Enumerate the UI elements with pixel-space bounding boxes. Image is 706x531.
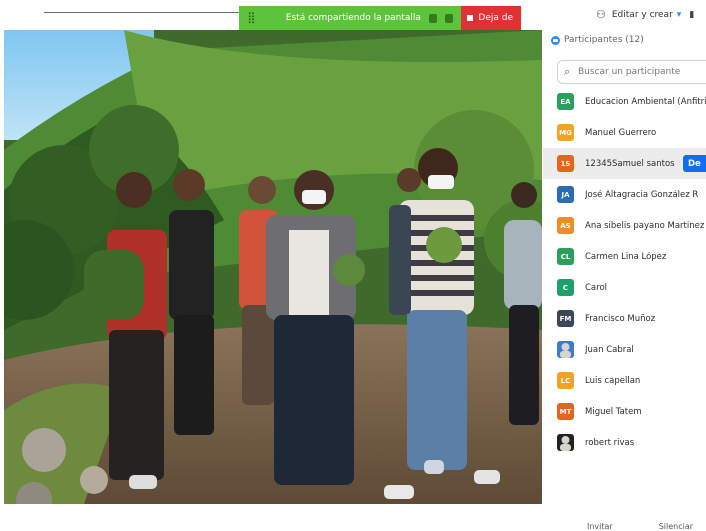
search-icon: ⌕: [564, 65, 571, 78]
edit-create-label: Editar y crear: [611, 9, 673, 20]
avatar-initials: LC: [560, 376, 571, 385]
participant-row[interactable]: EA Educacion Ambiental (Anfitrión): [543, 86, 706, 117]
participant-row[interactable]: MG Manuel Guerrero: [543, 117, 706, 148]
participant-action-button[interactable]: De: [683, 155, 706, 172]
avatar-initials: EA: [560, 97, 571, 106]
participant-avatar: EA: [557, 93, 574, 110]
participant-avatar: C: [557, 279, 574, 296]
participant-avatar: JA: [557, 186, 574, 203]
avatar-initials: MT: [559, 407, 572, 416]
participant-search-input[interactable]: [576, 66, 706, 78]
participant-row[interactable]: robert rivas: [543, 427, 706, 458]
sharing-status-text: Está compartiendo la pantalla: [285, 13, 421, 23]
outdoor-group-photo: [4, 30, 542, 504]
avatar-initials: FM: [559, 314, 572, 323]
participants-title: Participantes (12): [564, 35, 644, 45]
avatar-initials: MG: [559, 128, 572, 137]
avatar-initials: 1S: [560, 159, 571, 168]
people-icon: ⚇: [596, 8, 606, 21]
participant-row[interactable]: MT Miguel Tatem: [543, 396, 706, 427]
participant-name: Francisco Muñoz: [585, 313, 656, 324]
more-icon[interactable]: ▮: [689, 10, 694, 20]
participant-name: Ana sibelis payano Martinez: [585, 220, 705, 231]
stop-share-button[interactable]: Deja de: [461, 6, 521, 30]
participant-photo-avatar: [557, 341, 574, 358]
participant-name: Carmen Lina López: [585, 251, 667, 262]
chevron-down-icon: ▾: [676, 9, 682, 20]
participant-name: Miguel Tatem: [585, 406, 642, 417]
avatar-initials: C: [562, 283, 569, 292]
participant-avatar: FM: [557, 310, 574, 327]
drag-handle-icon[interactable]: ⣿: [245, 11, 258, 25]
participant-name: Luis capellan: [585, 375, 641, 386]
participant-row[interactable]: 1S 12345Samuel santos De: [543, 148, 706, 179]
participant-row[interactable]: Juan Cabral: [543, 334, 706, 365]
participant-list: EA Educacion Ambiental (Anfitrión) MG Manue…: [543, 86, 706, 458]
participant-name: robert rivas: [585, 437, 635, 448]
participant-avatar: CL: [557, 248, 574, 265]
participant-avatar: MG: [557, 124, 574, 141]
participant-search[interactable]: ⌕: [557, 60, 706, 84]
participant-row[interactable]: CL Carmen Lina López: [543, 241, 706, 272]
avatar-initials: JA: [561, 190, 570, 199]
participant-avatar: 1S: [557, 155, 574, 172]
participant-name: Manuel Guerrero: [585, 127, 657, 138]
participant-photo-avatar: [557, 434, 574, 451]
participant-row[interactable]: FM Francisco Muñoz: [543, 303, 706, 334]
participant-row[interactable]: LC Luis capellan: [543, 365, 706, 396]
avatar-initials: AS: [560, 221, 571, 230]
screen-share-bar: ⣿ Está compartiendo la pantalla Deja de: [239, 6, 521, 30]
participants-header: Participantes (12): [551, 35, 644, 45]
participant-row[interactable]: C Carol: [543, 272, 706, 303]
mute-all-button[interactable]: Silenciar: [659, 522, 693, 531]
pause-share-icon[interactable]: [428, 13, 438, 23]
annotate-icon[interactable]: [445, 13, 454, 23]
participants-footer: Invitar Silenciar: [543, 522, 706, 531]
participant-row[interactable]: JA José Altagracia González R: [543, 179, 706, 210]
shared-screen-photo: [4, 30, 542, 504]
edit-create-menu[interactable]: ⚇ Editar y crear ▾ ▮: [596, 8, 694, 21]
participant-name: José Altagracia González R: [585, 189, 699, 200]
zoom-logo-icon: [551, 35, 560, 45]
divider: [44, 12, 239, 13]
participant-avatar: MT: [557, 403, 574, 420]
participant-name: Educacion Ambiental (Anfitrión): [585, 96, 706, 107]
stop-icon: [467, 15, 474, 21]
avatar-initials: CL: [560, 252, 571, 261]
participant-row[interactable]: AS Ana sibelis payano Martinez: [543, 210, 706, 241]
participant-name: Juan Cabral: [585, 344, 634, 355]
participant-avatar: LC: [557, 372, 574, 389]
participant-avatar: AS: [557, 217, 574, 234]
stop-share-label: Deja de: [478, 13, 513, 23]
participant-name: Carol: [585, 282, 608, 293]
participants-panel: Participantes (12) ⌕ EA Educacion Ambient…: [543, 30, 706, 531]
invite-button[interactable]: Invitar: [587, 522, 613, 531]
